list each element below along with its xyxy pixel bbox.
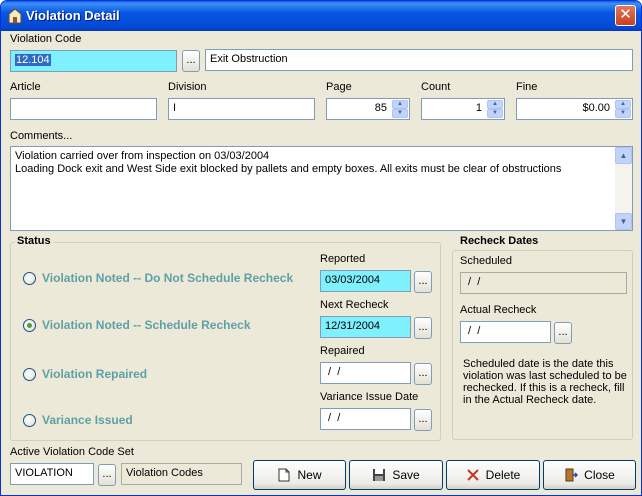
status-option-variance[interactable]: Variance Issued (23, 413, 133, 427)
spin-up-icon[interactable]: ▲ (615, 100, 631, 109)
save-button-label: Save (392, 468, 420, 482)
count-field[interactable]: 1 ▲ ▼ (421, 98, 505, 120)
page-label: Page (326, 81, 352, 93)
scheduled-date-field: / / (460, 272, 627, 294)
article-field[interactable] (10, 98, 157, 120)
new-button-label: New (297, 468, 322, 482)
count-label: Count (421, 81, 451, 93)
repaired-date-field[interactable]: / / (320, 362, 411, 384)
repaired-date-picker-button[interactable]: ... (414, 363, 432, 385)
reported-date-field[interactable]: 03/03/2004 (320, 270, 411, 292)
status-group-title: Status (15, 235, 53, 247)
code-set-label: Active Violation Code Set (10, 446, 134, 458)
reported-label: Reported (320, 253, 366, 265)
next-recheck-date-picker-button[interactable]: ... (414, 317, 432, 339)
window-title: Violation Detail (26, 8, 120, 23)
comments-textarea[interactable]: Violation carried over from inspection o… (10, 146, 633, 231)
actual-recheck-label: Actual Recheck (460, 304, 537, 316)
violation-detail-window: Violation Detail ✕ Violation Code 12.104… (0, 0, 642, 496)
radio-selected-icon[interactable] (23, 318, 36, 332)
status-option-schedule-recheck[interactable]: Violation Noted -- Schedule Recheck (23, 318, 251, 332)
scroll-down-icon[interactable]: ▼ (615, 213, 632, 230)
save-button[interactable]: Save (349, 460, 443, 490)
repaired-label: Repaired (320, 345, 365, 357)
count-spinner[interactable]: ▲ ▼ (487, 100, 503, 118)
spin-up-icon[interactable]: ▲ (487, 100, 503, 109)
exit-door-icon (565, 468, 579, 482)
violation-code-field[interactable]: 12.104 (10, 50, 177, 72)
page-field[interactable]: 85 ▲ ▼ (326, 98, 410, 120)
spin-down-icon[interactable]: ▼ (615, 109, 631, 118)
new-document-icon (278, 468, 290, 482)
app-icon (8, 8, 22, 24)
scheduled-label: Scheduled (460, 255, 512, 267)
recheck-dates-title: Recheck Dates (458, 235, 541, 247)
comments-label: Comments... (10, 130, 73, 142)
floppy-disk-icon (373, 469, 386, 481)
delete-x-icon (466, 469, 479, 481)
spin-down-icon[interactable]: ▼ (487, 109, 503, 118)
spin-up-icon[interactable]: ▲ (392, 100, 408, 109)
comment-line: Violation carried over from inspection o… (15, 150, 270, 162)
comments-scrollbar[interactable]: ▲ ▼ (615, 147, 632, 230)
actual-recheck-date-field[interactable]: / / (460, 321, 551, 343)
status-option-no-recheck[interactable]: Violation Noted -- Do Not Schedule Reche… (23, 271, 293, 285)
comment-line: Loading Dock exit and West Side exit blo… (15, 163, 562, 175)
scroll-up-icon[interactable]: ▲ (615, 147, 632, 164)
count-value: 1 (475, 102, 482, 114)
page-spinner[interactable]: ▲ ▼ (392, 100, 408, 118)
code-set-field[interactable]: VIOLATION (10, 463, 94, 485)
next-recheck-date-field[interactable]: 12/31/2004 (320, 316, 411, 338)
code-set-description: Violation Codes (121, 463, 242, 485)
violation-code-lookup-button[interactable]: ... (182, 50, 200, 72)
article-label: Article (10, 81, 41, 93)
violation-code-label: Violation Code (10, 33, 82, 45)
close-button-label: Close (584, 468, 615, 482)
code-set-lookup-button[interactable]: ... (98, 464, 116, 486)
variance-issue-date-label: Variance Issue Date (320, 391, 419, 403)
variance-issue-date-field[interactable]: / / (320, 408, 411, 430)
reported-date-picker-button[interactable]: ... (414, 271, 432, 293)
variance-date-picker-button[interactable]: ... (414, 409, 432, 431)
title-bar[interactable]: Violation Detail ✕ (1, 1, 641, 31)
actual-recheck-date-picker-button[interactable]: ... (554, 322, 572, 344)
close-button[interactable]: Close (543, 460, 636, 490)
fine-label: Fine (516, 81, 538, 93)
division-label: Division (168, 81, 207, 93)
division-field[interactable]: I (168, 98, 315, 120)
violation-description-field[interactable]: Exit Obstruction (205, 49, 633, 71)
fine-spinner[interactable]: ▲ ▼ (615, 100, 631, 118)
radio-icon[interactable] (23, 271, 36, 285)
fine-value: $0.00 (582, 102, 610, 114)
window-close-button[interactable]: ✕ (615, 5, 636, 26)
new-button[interactable]: New (253, 460, 346, 490)
radio-icon[interactable] (23, 413, 36, 427)
fine-field[interactable]: $0.00 ▲ ▼ (516, 98, 633, 120)
spin-down-icon[interactable]: ▼ (392, 109, 408, 118)
radio-icon[interactable] (23, 367, 36, 381)
delete-button-label: Delete (485, 468, 521, 482)
status-option-repaired[interactable]: Violation Repaired (23, 367, 147, 381)
recheck-help-text: Scheduled date is the date this violatio… (463, 358, 627, 406)
page-value: 85 (374, 102, 387, 114)
next-recheck-label: Next Recheck (320, 299, 389, 311)
delete-button[interactable]: Delete (446, 460, 540, 490)
